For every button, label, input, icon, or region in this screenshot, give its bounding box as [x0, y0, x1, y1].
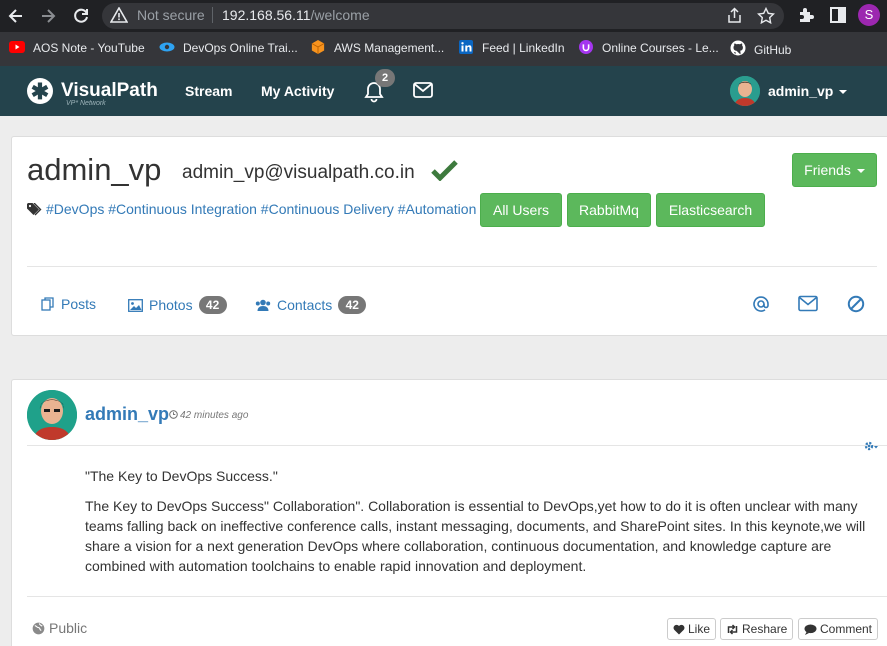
messages-icon[interactable] [413, 82, 433, 103]
bookmark-label: Feed | LinkedIn [482, 41, 565, 55]
mention-icon[interactable] [752, 295, 770, 318]
back-icon[interactable] [6, 6, 26, 26]
bookmark-label: AOS Note - YouTube [33, 41, 145, 55]
chevron-down-icon [856, 169, 865, 174]
reshare-button[interactable]: Reshare [720, 618, 794, 640]
profile-card: admin_vp admin_vp@visualpath.co.in Frien… [11, 136, 887, 336]
linkedin-icon [458, 40, 474, 54]
friends-button[interactable]: Friends [792, 153, 877, 187]
user-name: admin_vp [768, 83, 834, 99]
heart-icon [673, 624, 685, 635]
reload-icon[interactable] [71, 6, 91, 26]
tags-text[interactable]: #DevOps #Continuous Integration #Continu… [46, 201, 476, 217]
comment-icon [804, 624, 817, 635]
tab-label: Photos [149, 297, 193, 313]
bookmark-label: DevOps Online Trai... [183, 41, 298, 55]
post-title: "The Key to DevOps Success." [85, 468, 278, 484]
post-visibility: Public [32, 620, 87, 636]
nav-my-activity[interactable]: My Activity [261, 83, 334, 99]
side-panel-icon[interactable] [829, 6, 847, 29]
share-icon[interactable] [726, 7, 743, 29]
app-navbar: ✱ VisualPath VP* Network Stream My Activ… [0, 66, 887, 116]
bookmark-label: GitHub [754, 43, 792, 57]
url-separator [212, 7, 213, 23]
url-host: 192.168.56.11 [222, 7, 311, 23]
friends-label: Friends [804, 162, 851, 178]
warning-icon[interactable] [109, 6, 129, 28]
bookmark-item[interactable]: Online Courses - Le... [578, 40, 719, 58]
globe-icon [32, 622, 45, 635]
github-icon [730, 40, 746, 56]
post-settings-gear-icon[interactable] [864, 440, 878, 458]
group-button-elasticsearch[interactable]: Elasticsearch [656, 193, 765, 227]
tab-photos[interactable]: Photos 42 [128, 296, 227, 314]
browser-profile-avatar[interactable]: S [858, 4, 880, 26]
eye-logo-icon [159, 40, 175, 54]
tab-label: Contacts [277, 297, 333, 313]
nav-stream[interactable]: Stream [185, 83, 232, 99]
url-text[interactable]: 192.168.56.11/welcome [222, 7, 370, 23]
retweet-icon [727, 624, 738, 635]
post-author[interactable]: admin_vp [85, 404, 169, 425]
browser-toolbar: Not secure 192.168.56.11/welcome S [0, 0, 887, 32]
tab-label: Posts [61, 296, 97, 312]
bookmark-label: Online Courses - Le... [602, 41, 719, 55]
photos-count-badge: 42 [198, 296, 227, 314]
bookmark-label: AWS Management... [334, 41, 445, 55]
contacts-count-badge: 42 [338, 296, 367, 314]
bookmark-item[interactable]: AWS Management... [310, 40, 444, 58]
chevron-down-icon [839, 90, 848, 95]
clock-icon [169, 410, 178, 419]
logo-icon[interactable]: ✱ [27, 78, 53, 104]
profile-email: admin_vp@visualpath.co.in [182, 162, 415, 183]
tags-icon [27, 202, 43, 219]
youtube-icon [9, 40, 25, 54]
verified-check-icon [431, 159, 458, 186]
group-button-rabbitmq[interactable]: RabbitMq [567, 193, 651, 227]
card-divider [27, 266, 877, 267]
like-label: Like [688, 622, 711, 636]
visibility-label: Public [49, 620, 88, 636]
notification-badge: 2 [375, 69, 395, 87]
udemy-icon [578, 40, 594, 54]
post-timestamp: 42 minutes ago [169, 410, 248, 421]
extensions-icon[interactable] [797, 6, 815, 29]
mail-icon[interactable] [798, 295, 818, 317]
brand-name[interactable]: VisualPath [61, 80, 158, 102]
reshare-label: Reshare [742, 622, 788, 636]
avatar[interactable] [730, 76, 760, 106]
post-divider [27, 445, 887, 446]
bookmark-item[interactable]: Feed | LinkedIn [458, 40, 565, 58]
tab-posts[interactable]: Posts [41, 296, 96, 312]
comment-button[interactable]: Comment [798, 618, 879, 640]
group-button-all-users[interactable]: All Users [480, 193, 562, 227]
user-menu[interactable]: admin_vp [768, 83, 848, 99]
block-icon[interactable] [847, 295, 865, 318]
image-icon [128, 299, 143, 312]
bookmark-star-icon[interactable] [756, 6, 776, 29]
post-time-text: 42 minutes ago [180, 410, 249, 421]
users-icon [255, 299, 271, 311]
bookmark-item[interactable]: DevOps Online Trai... [159, 40, 298, 58]
forward-icon[interactable] [38, 6, 58, 26]
profile-name: admin_vp [27, 152, 162, 187]
tab-contacts[interactable]: Contacts 42 [255, 296, 367, 314]
profile-tags: #DevOps #Continuous Integration #Continu… [27, 201, 476, 219]
bookmark-item[interactable]: AOS Note - YouTube [9, 40, 145, 58]
bookmark-item[interactable]: GitHub [730, 40, 791, 58]
posts-icon [41, 297, 54, 311]
like-button[interactable]: Like [667, 618, 717, 640]
security-label[interactable]: Not secure [137, 7, 205, 23]
bookmarks-bar: AOS Note - YouTube DevOps Online Trai...… [0, 32, 887, 66]
post-card: admin_vp 42 minutes ago "The Key to DevO… [11, 379, 887, 646]
post-footer-divider [27, 596, 887, 597]
comment-label: Comment [820, 622, 873, 636]
aws-cube-icon [310, 40, 326, 54]
post-body: The Key to DevOps Success" Collaboration… [85, 498, 866, 574]
url-path: /welcome [310, 7, 370, 23]
avatar[interactable] [27, 390, 77, 440]
brand-subtitle: VP* Network [66, 100, 106, 107]
